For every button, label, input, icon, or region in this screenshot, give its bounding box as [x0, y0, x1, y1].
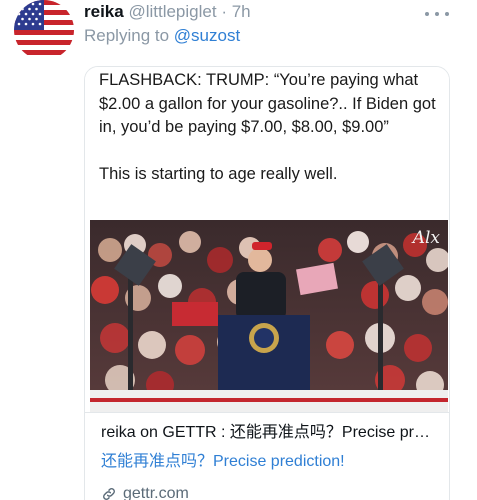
- card-domain[interactable]: gettr.com: [123, 484, 189, 500]
- card-image[interactable]: FLASHBACK: TRUMP: “You’re paying what $2…: [85, 67, 449, 413]
- us-flag-avatar-icon: [14, 0, 74, 60]
- post-author-line: reika @littlepiglet · 7h: [84, 2, 414, 22]
- card-domain-row: gettr.com: [101, 484, 433, 500]
- reply-context: Replying to @suzost: [84, 26, 414, 46]
- avatar[interactable]: [14, 0, 74, 60]
- separator-dot: ·: [221, 2, 227, 21]
- link-preview-card[interactable]: FLASHBACK: TRUMP: “You’re paying what $2…: [84, 66, 450, 500]
- link-icon: [103, 488, 115, 500]
- card-title[interactable]: reika on GETTR : 还能再准点吗？Precise predicti…: [101, 423, 433, 443]
- post-header: reika @littlepiglet · 7h Replying to @su…: [84, 2, 414, 46]
- card-meta: reika on GETTR : 还能再准点吗？Precise predicti…: [85, 413, 449, 500]
- display-name[interactable]: reika: [84, 2, 124, 21]
- more-horizontal-icon[interactable]: [425, 10, 449, 18]
- card-description: 还能再准点吗？Precise prediction!: [101, 453, 345, 470]
- post-timestamp[interactable]: 7h: [232, 2, 251, 21]
- image-caption-text: FLASHBACK: TRUMP: “You’re paying what $2…: [99, 71, 436, 183]
- rally-photo: Alx: [90, 220, 448, 412]
- user-handle[interactable]: @littlepiglet: [128, 2, 216, 21]
- reply-label: Replying to: [84, 26, 170, 45]
- reply-handle-link[interactable]: @suzost: [174, 26, 240, 45]
- video-watermark: Alx: [412, 228, 440, 248]
